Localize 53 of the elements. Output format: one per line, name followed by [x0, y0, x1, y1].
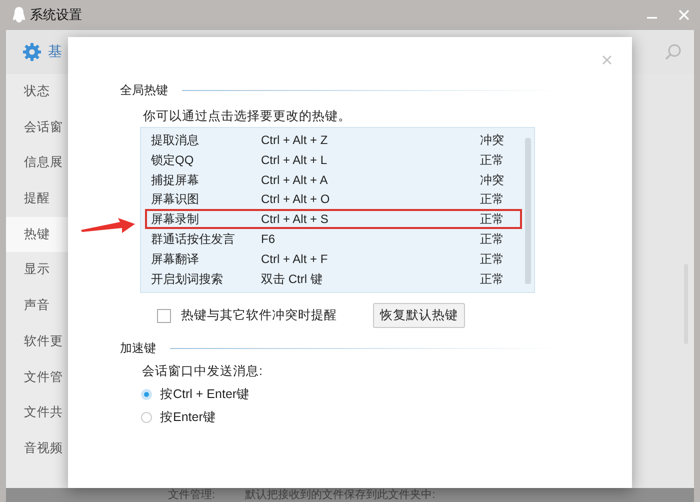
hotkey-row[interactable]: 提取消息 Ctrl + Alt + Z 冲突: [145, 130, 522, 150]
close-icon[interactable]: [602, 55, 612, 65]
hint-text: 你可以通过点击选择要更改的热键。: [142, 108, 352, 125]
hotkey-keys: 双击 Ctrl 键: [261, 270, 480, 286]
hotkey-row[interactable]: 群通话按住发言 F6 正常: [145, 228, 522, 249]
hotkey-name: 屏幕录制: [151, 211, 200, 227]
checkbox-label: 热键与其它软件冲突时提醒: [181, 307, 337, 324]
checkbox[interactable]: [157, 308, 171, 322]
hotkey-status: 冲突: [480, 172, 505, 188]
hotkey-name: 锁定QQ: [151, 152, 195, 168]
footer-label: 文件管理:: [168, 488, 216, 502]
search-icon[interactable]: [664, 43, 682, 61]
hotkey-row[interactable]: 开启划词搜索 双击 Ctrl 键 正常: [145, 268, 522, 288]
hotkey-row[interactable]: 屏幕翻译 Ctrl + Alt + F 正常: [145, 248, 522, 269]
restore-defaults-button[interactable]: 恢复默认热键: [373, 303, 465, 328]
hotkey-status: 正常: [480, 230, 505, 247]
gear-icon: [22, 42, 42, 62]
hotkey-keys: F6: [261, 230, 480, 247]
hotkey-status: 正常: [480, 191, 505, 208]
hotkey-name: 群通话按住发言: [151, 230, 236, 247]
radio-button[interactable]: [141, 389, 152, 400]
hotkey-keys: Ctrl + Alt + L: [261, 152, 480, 168]
radio-button[interactable]: [141, 412, 152, 423]
footer-text: 默认把接收到的文件保存到此文件夹中:: [245, 488, 436, 502]
hotkey-row[interactable]: 捕捉屏幕 Ctrl + Alt + A 冲突: [145, 170, 522, 190]
hotkey-keys: Ctrl + Alt + O: [261, 191, 480, 208]
hotkey-name: 屏幕识图: [151, 191, 200, 208]
hotkey-name: 捕捉屏幕: [151, 172, 200, 188]
penguin-icon: [12, 6, 26, 24]
hotkey-status: 冲突: [480, 132, 505, 148]
hotkey-keys: Ctrl + Alt + Z: [261, 132, 480, 148]
section-heading: 加速键: [120, 340, 156, 357]
arrow-icon: [80, 217, 136, 233]
hotkey-status: 正常: [480, 152, 505, 168]
hotkey-name: 开启划词搜索: [151, 270, 224, 286]
section-heading: 全局热键: [120, 82, 168, 99]
hotkey-keys: Ctrl + Alt + F: [261, 250, 480, 267]
hotkey-name: 屏幕翻译: [151, 250, 200, 267]
hotkey-row[interactable]: 锁定QQ Ctrl + Alt + L 正常: [145, 150, 522, 170]
hotkey-row[interactable]: 屏幕录制 Ctrl + Alt + S 正常: [145, 209, 522, 229]
scrollbar-thumb[interactable]: [525, 138, 531, 284]
prompt-text: 会话窗口中发送消息:: [141, 363, 264, 380]
hotkey-status: 正常: [480, 270, 505, 286]
window-title: 系统设置: [30, 6, 82, 24]
hotkey-status: 正常: [480, 211, 505, 227]
hotkey-keys: Ctrl + Alt + S: [261, 211, 480, 227]
section-title: 基: [48, 43, 62, 61]
hotkey-name: 提取消息: [151, 132, 200, 148]
hotkey-row[interactable]: 屏幕识图 Ctrl + Alt + O 正常: [145, 189, 522, 210]
hotkey-keys: Ctrl + Alt + A: [261, 172, 480, 188]
radio-label: 按Enter键: [160, 409, 216, 426]
hotkey-status: 正常: [480, 250, 505, 267]
radio-label: 按Ctrl + Enter键: [160, 386, 250, 403]
